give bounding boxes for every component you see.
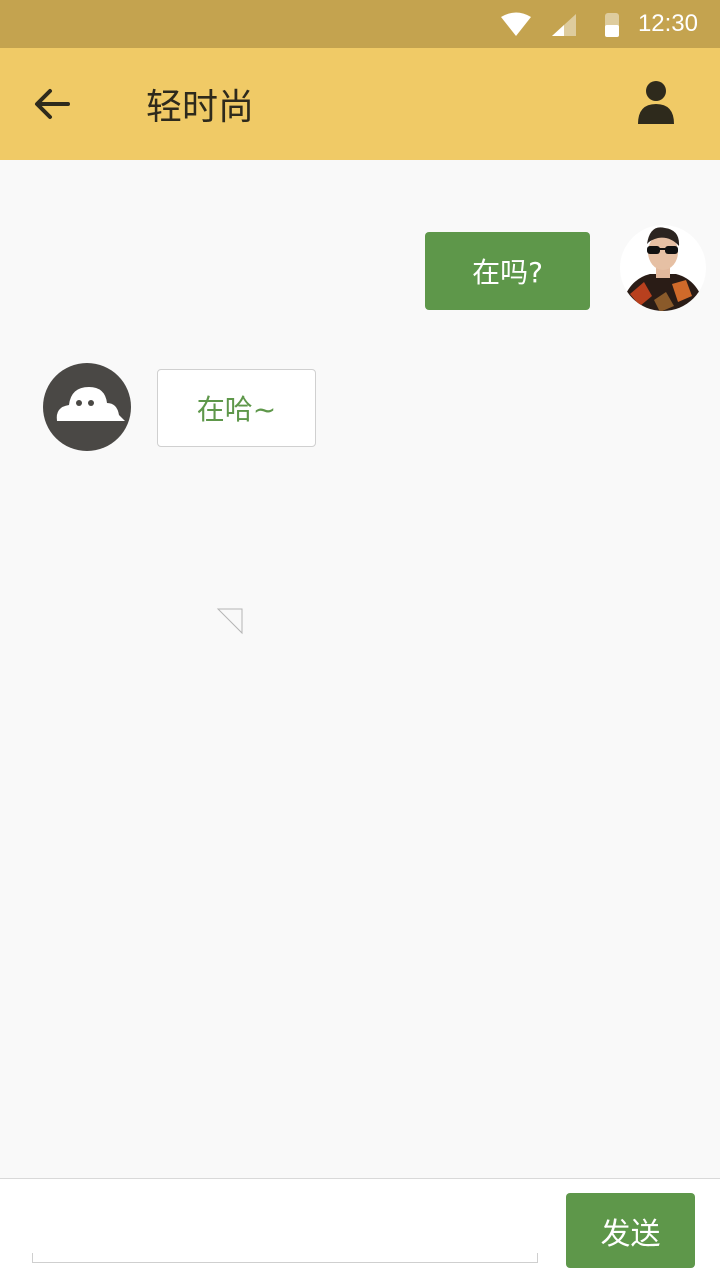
battery-icon — [605, 13, 619, 37]
message-input[interactable] — [32, 1179, 538, 1263]
arrow-left-icon — [35, 89, 70, 119]
back-button[interactable] — [28, 80, 76, 128]
user-avatar[interactable] — [620, 224, 706, 312]
message-composer: 发送 — [0, 1178, 720, 1280]
status-time: 12:30 — [637, 10, 698, 37]
message-text: 在哈~ — [196, 393, 277, 426]
incoming-message: 在哈~ — [157, 369, 316, 447]
page-title: 轻时尚 — [146, 87, 255, 128]
signal-icon — [552, 14, 576, 36]
cloud-chat-avatar — [43, 363, 131, 451]
outgoing-message: 在吗? — [425, 232, 590, 310]
status-bar: 12:30 — [0, 0, 720, 48]
wifi-icon — [501, 12, 531, 36]
input-underline — [32, 1253, 538, 1263]
chat-area[interactable]: 在吗? 在哈~ — [0, 160, 720, 1178]
contact-avatar[interactable] — [43, 363, 131, 451]
user-photo-avatar — [620, 225, 706, 311]
cursor-triangle-icon — [216, 608, 243, 635]
profile-button[interactable] — [632, 78, 680, 130]
send-button[interactable]: 发送 — [566, 1193, 695, 1268]
app-bar: 轻时尚 — [0, 48, 720, 160]
person-icon — [638, 81, 674, 124]
message-text: 在吗? — [472, 256, 543, 289]
